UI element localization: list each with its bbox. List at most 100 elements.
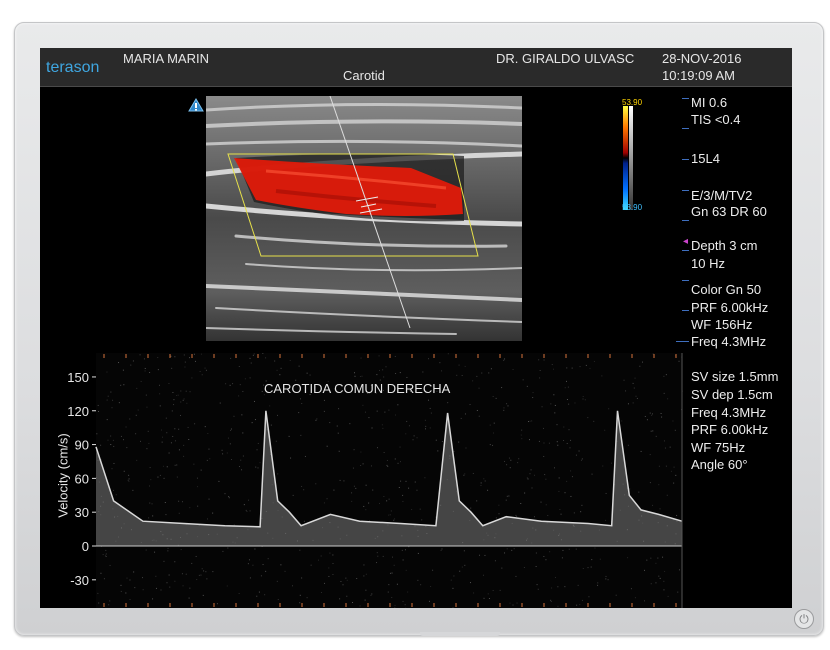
noise-speckle [301,577,303,579]
noise-speckle [232,383,234,385]
noise-speckle [150,479,152,481]
noise-speckle [503,407,505,409]
noise-speckle [165,417,167,419]
noise-speckle [157,369,159,371]
noise-speckle [177,394,179,396]
noise-speckle [180,401,182,403]
noise-speckle [587,417,589,419]
noise-speckle [115,494,117,496]
noise-speckle [381,424,383,426]
noise-speckle [255,466,257,468]
noise-speckle [678,569,680,571]
noise-speckle [581,458,583,460]
noise-speckle [181,501,183,503]
noise-speckle [233,524,235,526]
noise-speckle [570,439,572,441]
param-doppler-prf: PRF 6.00kHz [691,422,769,437]
velocity-axis-ticks: 150 120 90 60 30 0 -30 [67,370,96,588]
noise-speckle [125,592,127,594]
noise-speckle [487,593,489,595]
noise-speckle [627,444,629,446]
info-icon[interactable] [188,98,204,112]
noise-speckle [567,386,569,388]
noise-speckle [193,463,195,465]
noise-speckle [398,486,400,488]
noise-speckle [279,374,281,376]
noise-speckle [531,487,533,489]
noise-speckle [564,586,566,588]
noise-speckle [300,398,302,400]
noise-speckle [394,607,396,608]
noise-speckle [421,519,423,521]
monitor-stand-notch [420,632,500,636]
noise-speckle [523,566,525,568]
noise-speckle [149,467,151,469]
noise-speckle [387,465,389,467]
noise-speckle [513,548,515,550]
noise-speckle [98,602,100,604]
noise-speckle [260,575,262,577]
noise-speckle [329,552,331,554]
noise-speckle [651,414,653,416]
noise-speckle [470,507,472,509]
noise-speckle [378,355,380,357]
noise-speckle [559,509,561,511]
noise-speckle [597,582,599,584]
focus-marker-icon: ◂ [683,236,689,247]
noise-speckle [480,484,482,486]
noise-speckle [242,455,244,457]
noise-speckle [605,519,607,521]
noise-speckle [351,500,353,502]
noise-speckle [105,549,107,551]
noise-speckle [128,478,130,480]
noise-speckle [537,588,539,590]
noise-speckle [122,369,124,371]
power-button-icon[interactable]: ⏻ [794,609,814,629]
noise-speckle [570,470,572,472]
noise-speckle [424,477,426,479]
noise-speckle [152,515,154,517]
noise-speckle [140,380,142,382]
noise-speckle [408,487,410,489]
noise-speckle [441,370,443,372]
color-scale-top: 53.90 [622,98,643,107]
noise-speckle [377,447,379,449]
noise-speckle [184,366,186,368]
noise-speckle [652,413,654,415]
noise-speckle [476,500,478,502]
noise-speckle [501,567,503,569]
noise-speckle [265,570,267,572]
noise-speckle [187,426,189,428]
noise-speckle [197,505,199,507]
noise-speckle [98,410,100,412]
noise-speckle [333,489,335,491]
noise-speckle [581,504,583,506]
param-wf: WF 156Hz [691,317,753,332]
noise-speckle [249,357,251,359]
noise-speckle [416,437,418,439]
noise-speckle [507,405,509,407]
noise-speckle [163,477,165,479]
noise-speckle [663,440,665,442]
noise-speckle [239,384,241,386]
noise-speckle [166,432,168,434]
noise-speckle [495,517,497,519]
noise-speckle [109,600,111,602]
noise-speckle [303,489,305,491]
noise-speckle [675,474,677,476]
noise-speckle [274,360,276,362]
noise-speckle [577,584,579,586]
bmode-image[interactable] [206,96,522,341]
noise-speckle [365,589,367,591]
noise-speckle [388,514,390,516]
noise-speckle [178,449,180,451]
noise-speckle [298,412,300,414]
noise-speckle [337,432,339,434]
noise-speckle [148,517,150,519]
noise-speckle [508,457,510,459]
noise-speckle [550,600,552,602]
noise-speckle [479,554,481,556]
noise-speckle [376,374,378,376]
noise-speckle [316,418,318,420]
noise-speckle [242,390,244,392]
